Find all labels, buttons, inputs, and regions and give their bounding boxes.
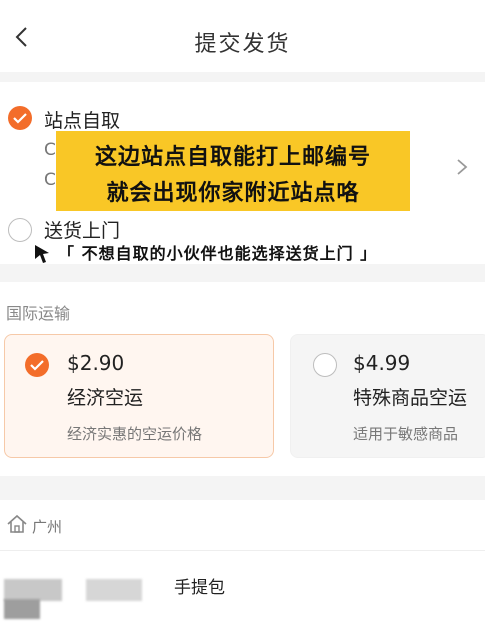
option-name: 特殊商品空运 — [353, 387, 468, 409]
pickup-info-line-2: C — [44, 170, 56, 190]
warehouse-city: 广州 — [32, 518, 63, 536]
banner-line-1: 这边站点自取能打上邮编号 — [94, 145, 371, 170]
home-delivery-label[interactable]: 送货上门 — [44, 216, 120, 243]
divider — [0, 476, 485, 500]
option-desc: 经济实惠的空运价格 — [67, 425, 203, 443]
home-icon — [7, 514, 27, 533]
home-delivery-radio[interactable] — [8, 218, 32, 242]
check-icon — [30, 360, 44, 371]
section-title: 国际运输 — [6, 304, 71, 323]
pickup-info-line-1: C — [44, 140, 56, 160]
special-radio[interactable] — [313, 353, 337, 377]
product-image-blurred — [4, 579, 62, 601]
shipping-option-economy[interactable]: $2.90 经济空运 经济实惠的空运价格 — [4, 334, 274, 458]
product-row[interactable]: 手提包 — [0, 550, 485, 638]
international-shipping-section: 国际运输 $2.90 经济空运 经济实惠的空运价格 $4.99 特殊商品空运 适… — [0, 282, 485, 476]
option-price: $2.90 — [67, 351, 125, 375]
option-desc: 适用于敏感商品 — [353, 425, 459, 443]
option-name: 经济空运 — [67, 387, 144, 409]
page-title: 提交发货 — [194, 32, 291, 57]
shipping-option-special[interactable]: $4.99 特殊商品空运 适用于敏感商品 — [290, 334, 485, 458]
product-image-blurred — [86, 579, 142, 601]
economy-radio[interactable] — [25, 353, 49, 377]
chevron-right-icon[interactable] — [456, 158, 468, 176]
annotation-text: 「 不想自取的小伙伴也能选择送货上门 」 — [58, 244, 378, 263]
divider — [0, 72, 485, 82]
header: 提交发货 — [0, 0, 485, 72]
annotation-banner: 这边站点自取能打上邮编号 就会出现你家附近站点咯 — [56, 131, 410, 211]
product-image-blurred — [4, 599, 40, 619]
pickup-radio[interactable] — [8, 106, 32, 130]
check-icon — [13, 113, 27, 124]
product-name: 手提包 — [174, 578, 225, 598]
banner-line-2: 就会出现你家附近站点咯 — [106, 181, 360, 206]
divider — [0, 264, 485, 282]
warehouse-row: 广州 — [0, 500, 485, 550]
pickup-label[interactable]: 站点自取 — [44, 106, 120, 133]
option-price: $4.99 — [353, 351, 411, 375]
cursor-arrow-icon — [35, 245, 49, 263]
